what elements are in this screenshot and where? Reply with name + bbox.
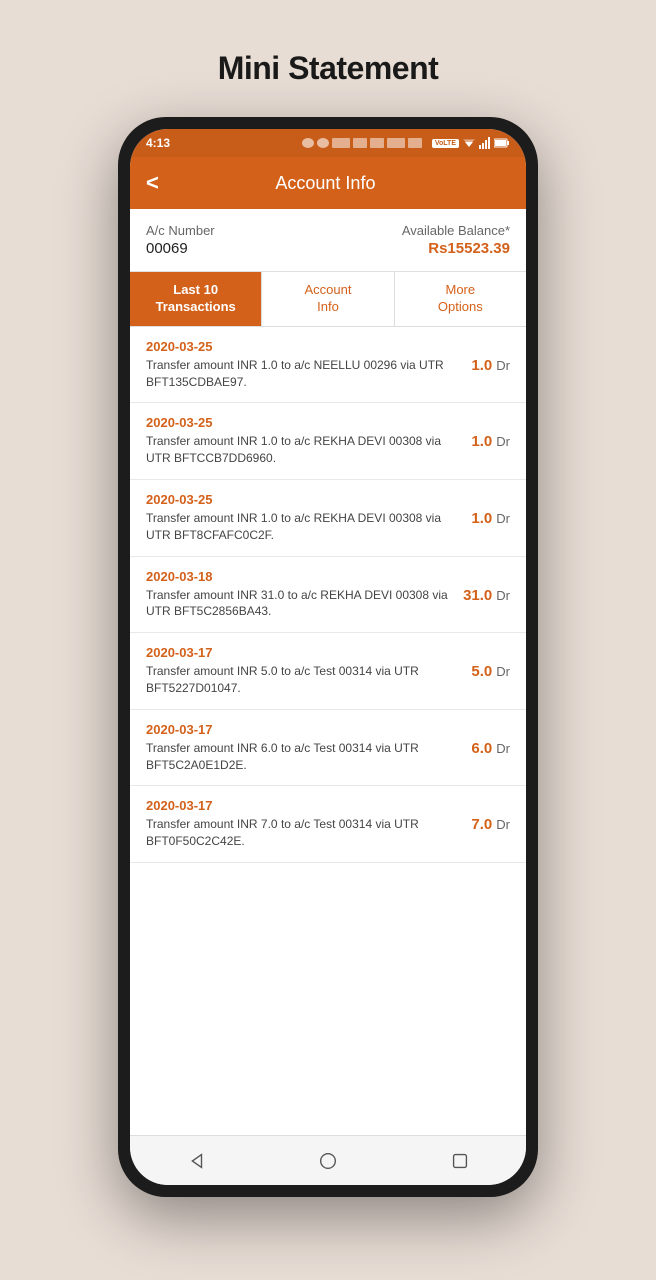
page-title: Mini Statement [218,50,439,87]
txn-date-4: 2020-03-17 [146,645,459,660]
phone-frame: 4:13 VoLTE [118,117,538,1197]
battery-icon [494,138,510,148]
txn-left-1: 2020-03-25 Transfer amount INR 1.0 to a/… [146,415,459,467]
balance-section: Available Balance* Rs15523.39 [402,223,510,257]
transaction-item: 2020-03-25 Transfer amount INR 1.0 to a/… [130,480,526,557]
txn-type-4: Dr [496,663,510,679]
txn-right-0: 1.0 Dr [471,339,510,374]
account-number-value: 00069 [146,240,215,257]
header-title: Account Info [171,173,480,194]
txn-desc-4: Transfer amount INR 5.0 to a/c Test 0031… [146,663,459,697]
txn-desc-1: Transfer amount INR 1.0 to a/c REKHA DEV… [146,433,459,467]
txn-date-0: 2020-03-25 [146,339,459,354]
nav-bar [130,1135,526,1185]
status-icons: VoLTE [302,137,510,149]
transactions-list: 2020-03-25 Transfer amount INR 1.0 to a/… [130,327,526,1135]
transaction-item: 2020-03-17 Transfer amount INR 5.0 to a/… [130,633,526,710]
txn-left-4: 2020-03-17 Transfer amount INR 5.0 to a/… [146,645,459,697]
nav-back-button[interactable] [185,1150,207,1172]
account-summary: A/c Number 00069 Available Balance* Rs15… [130,209,526,272]
volte-badge: VoLTE [432,139,459,148]
txn-right-4: 5.0 Dr [471,645,510,680]
tabs-row: Last 10 Transactions Account Info More O… [130,272,526,327]
nav-recent-button[interactable] [449,1150,471,1172]
nav-home-button[interactable] [317,1150,339,1172]
txn-right-6: 7.0 Dr [471,798,510,833]
txn-date-2: 2020-03-25 [146,492,459,507]
tab-account-info[interactable]: Account Info [262,272,394,326]
txn-amount-1: 1.0 [471,433,492,450]
account-number-label: A/c Number [146,223,215,238]
txn-amount-3: 31.0 [463,587,492,604]
balance-value: Rs15523.39 [402,240,510,257]
txn-right-1: 1.0 Dr [471,415,510,450]
txn-left-0: 2020-03-25 Transfer amount INR 1.0 to a/… [146,339,459,391]
txn-amount-2: 1.0 [471,510,492,527]
txn-left-3: 2020-03-18 Transfer amount INR 31.0 to a… [146,569,451,621]
txn-type-1: Dr [496,433,510,449]
txn-desc-5: Transfer amount INR 6.0 to a/c Test 0031… [146,740,459,774]
txn-date-5: 2020-03-17 [146,722,459,737]
txn-date-1: 2020-03-25 [146,415,459,430]
recent-nav-icon [449,1150,471,1172]
tab-more-options[interactable]: More Options [395,272,526,326]
signal-icon [479,137,491,149]
txn-right-2: 1.0 Dr [471,492,510,527]
tab-last-transactions[interactable]: Last 10 Transactions [130,272,262,326]
transaction-item: 2020-03-25 Transfer amount INR 1.0 to a/… [130,403,526,480]
txn-type-6: Dr [496,816,510,832]
txn-date-6: 2020-03-17 [146,798,459,813]
txn-amount-4: 5.0 [471,663,492,680]
transaction-item: 2020-03-25 Transfer amount INR 1.0 to a/… [130,327,526,404]
txn-type-2: Dr [496,510,510,526]
txn-desc-2: Transfer amount INR 1.0 to a/c REKHA DEV… [146,510,459,544]
txn-right-3: 31.0 Dr [463,569,510,604]
transaction-item: 2020-03-17 Transfer amount INR 6.0 to a/… [130,710,526,787]
txn-right-5: 6.0 Dr [471,722,510,757]
txn-desc-0: Transfer amount INR 1.0 to a/c NEELLU 00… [146,357,459,391]
status-time: 4:13 [146,136,170,150]
transaction-item: 2020-03-17 Transfer amount INR 7.0 to a/… [130,786,526,863]
txn-amount-6: 7.0 [471,816,492,833]
balance-label: Available Balance* [402,223,510,238]
txn-type-5: Dr [496,740,510,756]
txn-desc-3: Transfer amount INR 31.0 to a/c REKHA DE… [146,587,451,621]
txn-amount-5: 6.0 [471,740,492,757]
status-bar: 4:13 VoLTE [130,129,526,157]
txn-left-6: 2020-03-17 Transfer amount INR 7.0 to a/… [146,798,459,850]
txn-desc-6: Transfer amount INR 7.0 to a/c Test 0031… [146,816,459,850]
app-header: < Account Info [130,157,526,209]
txn-left-5: 2020-03-17 Transfer amount INR 6.0 to a/… [146,722,459,774]
txn-amount-0: 1.0 [471,357,492,374]
txn-left-2: 2020-03-25 Transfer amount INR 1.0 to a/… [146,492,459,544]
back-button[interactable]: < [146,172,159,194]
home-nav-icon [317,1150,339,1172]
transaction-item: 2020-03-18 Transfer amount INR 31.0 to a… [130,557,526,634]
back-nav-icon [185,1150,207,1172]
wifi-icon [462,137,476,149]
txn-type-0: Dr [496,357,510,373]
txn-date-3: 2020-03-18 [146,569,451,584]
account-number-section: A/c Number 00069 [146,223,215,257]
txn-type-3: Dr [496,587,510,603]
